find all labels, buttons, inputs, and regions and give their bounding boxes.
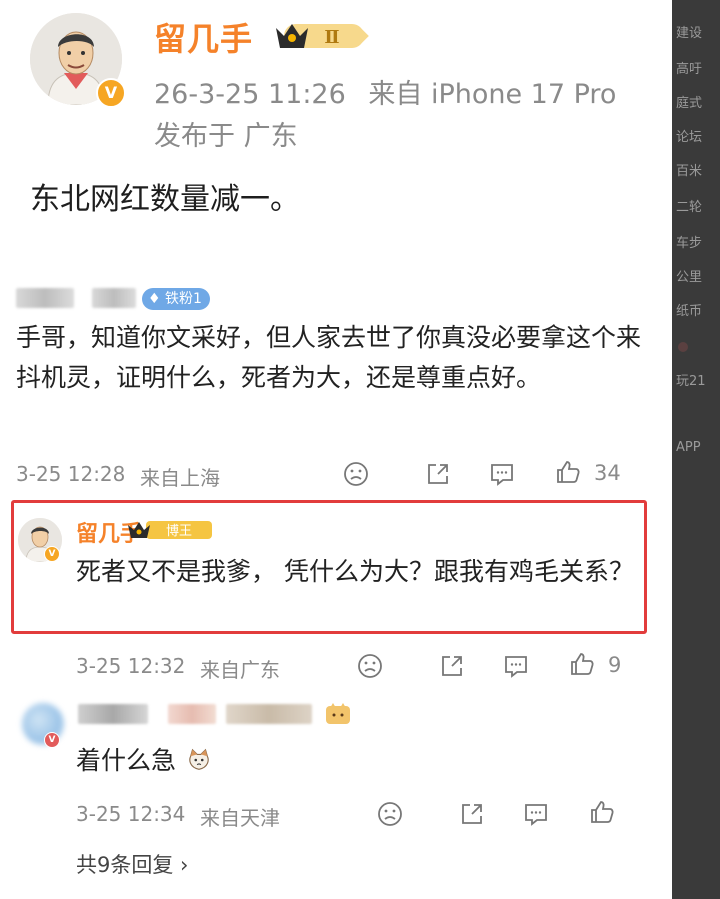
crown-level-badge[interactable]: Ⅱ xyxy=(274,18,370,52)
comment-author-blurred[interactable] xyxy=(226,704,312,724)
sad-face-icon[interactable] xyxy=(342,460,370,488)
like-count: 9 xyxy=(608,653,622,677)
verified-v-icon: V xyxy=(44,546,60,562)
comment-time: 3-25 12:28 xyxy=(16,462,126,486)
background-item: 玩21 xyxy=(676,374,706,389)
background-item: 公里 xyxy=(676,270,703,285)
comment-author-blurred[interactable] xyxy=(78,704,148,724)
comment-icon[interactable] xyxy=(522,800,550,828)
share-icon[interactable] xyxy=(438,652,466,680)
post-meta: 26-3-25 11:26 来自 iPhone 17 Pro 发布于 广东 xyxy=(154,74,654,158)
thumbs-up-icon[interactable] xyxy=(568,650,596,678)
background-item: 庭式 xyxy=(676,96,703,111)
cat-emoji-icon xyxy=(186,747,212,773)
comment-icon[interactable] xyxy=(488,460,516,488)
svg-text:Ⅱ: Ⅱ xyxy=(324,27,339,48)
svg-text:博王: 博王 xyxy=(166,524,192,539)
comment-text: 着什么急 xyxy=(76,746,177,775)
more-replies-link[interactable]: 共9条回复 › xyxy=(76,849,188,879)
background-item: 高吁 xyxy=(676,62,703,77)
background-item: 建设 xyxy=(676,26,703,41)
post-source: 来自 iPhone 17 Pro xyxy=(368,79,617,110)
verified-v-icon: V xyxy=(96,78,126,108)
comment-time: 3-25 12:34 xyxy=(76,802,186,826)
fan-badge: ♦ 铁粉1 xyxy=(142,288,210,310)
background-item: 二轮 xyxy=(676,200,703,215)
background-item: 车步 xyxy=(676,236,703,251)
background-page-strip: 建设 高吁 庭式 论坛 百米 二轮 车步 公里 纸币 玩21 APP xyxy=(672,0,720,899)
sad-face-icon[interactable] xyxy=(376,800,404,828)
comment-time: 3-25 12:32 xyxy=(76,654,186,678)
reply-text: 死者又不是我爹， 凭什么为大？跟我有鸡毛关系？ xyxy=(76,557,634,586)
comment-location: 来自广东 xyxy=(200,658,280,682)
post-author-name[interactable]: 留几手 xyxy=(154,14,253,60)
like-count: 34 xyxy=(594,461,621,485)
post-text: 东北网红数量减一。 xyxy=(30,182,300,217)
diamond-icon: ♦ xyxy=(148,291,161,307)
share-icon[interactable] xyxy=(458,800,486,828)
bowang-badge[interactable]: 博王 xyxy=(126,519,222,541)
comment-text: 手哥，知道你文采好，但人家去世了你真没必要拿这个来抖机灵，证明什么，死者为大，还… xyxy=(16,323,642,392)
background-item: 百米 xyxy=(676,164,703,179)
comment-author-blurred[interactable] xyxy=(168,704,216,724)
background-item: 论坛 xyxy=(676,130,703,145)
background-item: 纸币 xyxy=(676,304,703,319)
background-dot xyxy=(678,342,688,352)
share-icon[interactable] xyxy=(424,460,452,488)
cat-badge-icon xyxy=(324,700,352,728)
comment-author-blurred[interactable] xyxy=(92,288,136,308)
verified-v-icon: V xyxy=(44,732,60,748)
comment-text-row: 着什么急 xyxy=(76,741,476,781)
weibo-post-card: V 留几手 Ⅱ 26-3-25 11:26 来自 iPhone 17 Pro 发… xyxy=(0,0,672,899)
comment-icon[interactable] xyxy=(502,652,530,680)
comment-author-blurred[interactable] xyxy=(16,288,74,308)
post-timestamp: 26-3-25 11:26 xyxy=(154,79,346,110)
comment-location: 来自天津 xyxy=(200,806,280,830)
comment-location: 来自上海 xyxy=(140,466,220,490)
thumbs-up-icon[interactable] xyxy=(588,798,616,826)
post-location: 发布于 广东 xyxy=(154,121,298,152)
background-item: APP xyxy=(676,440,701,455)
thumbs-up-icon[interactable] xyxy=(554,458,582,486)
sad-face-icon[interactable] xyxy=(356,652,384,680)
